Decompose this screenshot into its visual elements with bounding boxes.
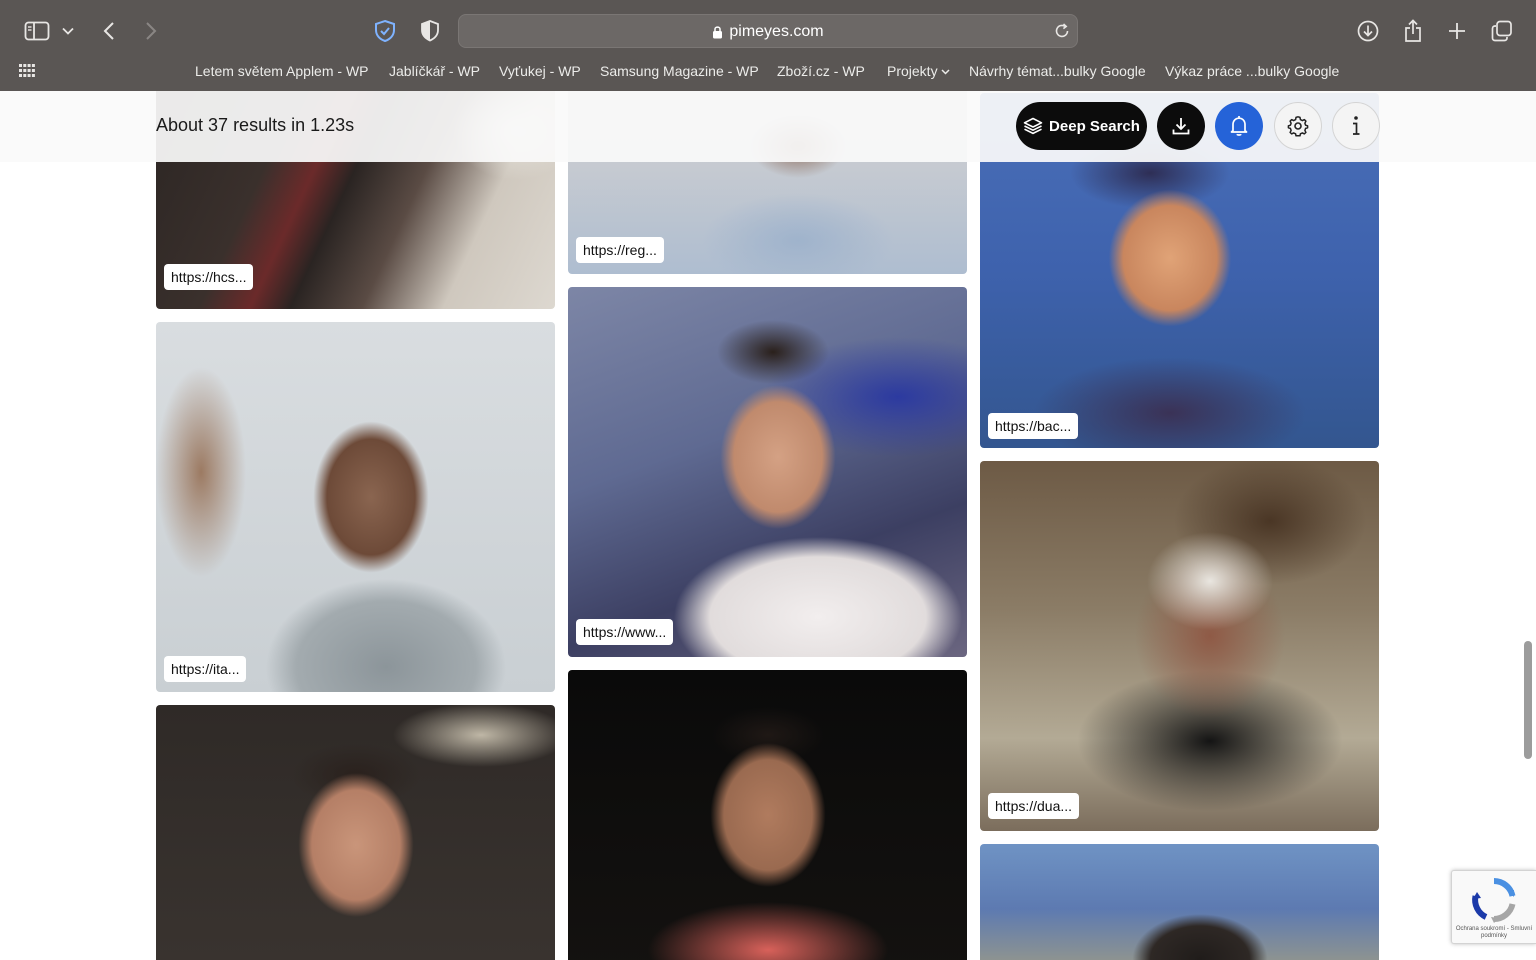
- address-bar[interactable]: pimeyes.com: [458, 14, 1078, 48]
- bookmark-folder-label: Projekty: [887, 63, 938, 79]
- results-page: https://hcs... https://ita... https://re…: [0, 91, 1536, 960]
- result-card[interactable]: [568, 670, 967, 960]
- tab-overview-icon[interactable]: [1489, 14, 1515, 48]
- result-card[interactable]: [980, 844, 1379, 960]
- result-card[interactable]: https://dua...: [980, 461, 1379, 831]
- browser-toolbar: pimeyes.com Letem světem Applem - WP Jab…: [0, 0, 1536, 91]
- result-source-url[interactable]: https://hcs...: [164, 264, 254, 290]
- result-thumbnail: [156, 705, 555, 960]
- download-button[interactable]: [1157, 102, 1205, 150]
- settings-button[interactable]: [1274, 102, 1322, 150]
- downloads-icon[interactable]: [1355, 14, 1381, 48]
- bookmarks-bar: Letem světem Applem - WP Jablíčkář - WP …: [0, 58, 1536, 86]
- deep-search-button[interactable]: Deep Search: [1016, 102, 1147, 150]
- bookmark-folder-projekty[interactable]: Projekty: [887, 63, 950, 79]
- result-source-url[interactable]: https://www...: [576, 619, 674, 645]
- bookmark-item[interactable]: Návrhy témat...bulky Google: [969, 63, 1146, 79]
- recaptcha-badge[interactable]: Ochrana soukromí - Smluvní podmínky: [1451, 870, 1536, 944]
- lock-icon: [712, 25, 723, 39]
- back-icon[interactable]: [98, 14, 120, 48]
- chevron-down-icon: [941, 69, 950, 75]
- gear-icon: [1287, 116, 1309, 137]
- result-card[interactable]: [156, 705, 555, 960]
- alerts-button[interactable]: [1215, 102, 1263, 150]
- forward-icon[interactable]: [140, 14, 162, 48]
- result-thumbnail: [980, 461, 1379, 831]
- result-card[interactable]: https://www...: [568, 287, 967, 657]
- recaptcha-terms[interactable]: Ochrana soukromí - Smluvní podmínky: [1454, 926, 1534, 940]
- bookmark-item[interactable]: Samsung Magazine - WP: [600, 63, 759, 79]
- result-source-url[interactable]: https://bac...: [988, 413, 1079, 439]
- result-card[interactable]: https://ita...: [156, 322, 555, 692]
- result-thumbnail: [156, 322, 555, 692]
- page-scrollbar[interactable]: [1524, 641, 1532, 759]
- bookmark-item[interactable]: Jablíčkář - WP: [389, 63, 480, 79]
- share-icon[interactable]: [1401, 14, 1425, 48]
- results-header: About 37 results in 1.23s Deep Search: [0, 91, 1536, 162]
- result-thumbnail: [568, 287, 967, 657]
- bookmark-item[interactable]: Vyťukej - WP: [499, 63, 581, 79]
- reload-icon[interactable]: [1053, 22, 1071, 40]
- bookmark-item[interactable]: Výkaz práce ...bulky Google: [1165, 63, 1339, 79]
- result-source-url[interactable]: https://reg...: [576, 237, 664, 263]
- result-thumbnail: [980, 844, 1379, 960]
- sidebar-toggle-icon[interactable]: [22, 14, 52, 48]
- new-tab-icon[interactable]: [1445, 14, 1469, 48]
- layers-icon: [1023, 117, 1043, 135]
- result-thumbnail: [568, 670, 967, 960]
- info-button[interactable]: [1332, 102, 1380, 150]
- extension-shield-icon[interactable]: [418, 14, 442, 48]
- download-icon: [1172, 118, 1190, 135]
- info-icon: [1353, 116, 1360, 135]
- results-count-text: About 37 results in 1.23s: [156, 115, 355, 135]
- bell-icon: [1230, 116, 1248, 136]
- address-text: pimeyes.com: [729, 23, 824, 40]
- bookmark-item[interactable]: Letem světem Applem - WP: [195, 63, 369, 79]
- bookmark-item[interactable]: Zboží.cz - WP: [777, 63, 865, 79]
- chevron-down-icon[interactable]: [60, 14, 76, 48]
- privacy-shield-icon[interactable]: [372, 14, 398, 48]
- deep-search-label: Deep Search: [1049, 117, 1140, 135]
- result-source-url[interactable]: https://ita...: [164, 656, 247, 682]
- result-source-url[interactable]: https://dua...: [988, 793, 1080, 819]
- recaptcha-logo-icon: [1472, 878, 1516, 923]
